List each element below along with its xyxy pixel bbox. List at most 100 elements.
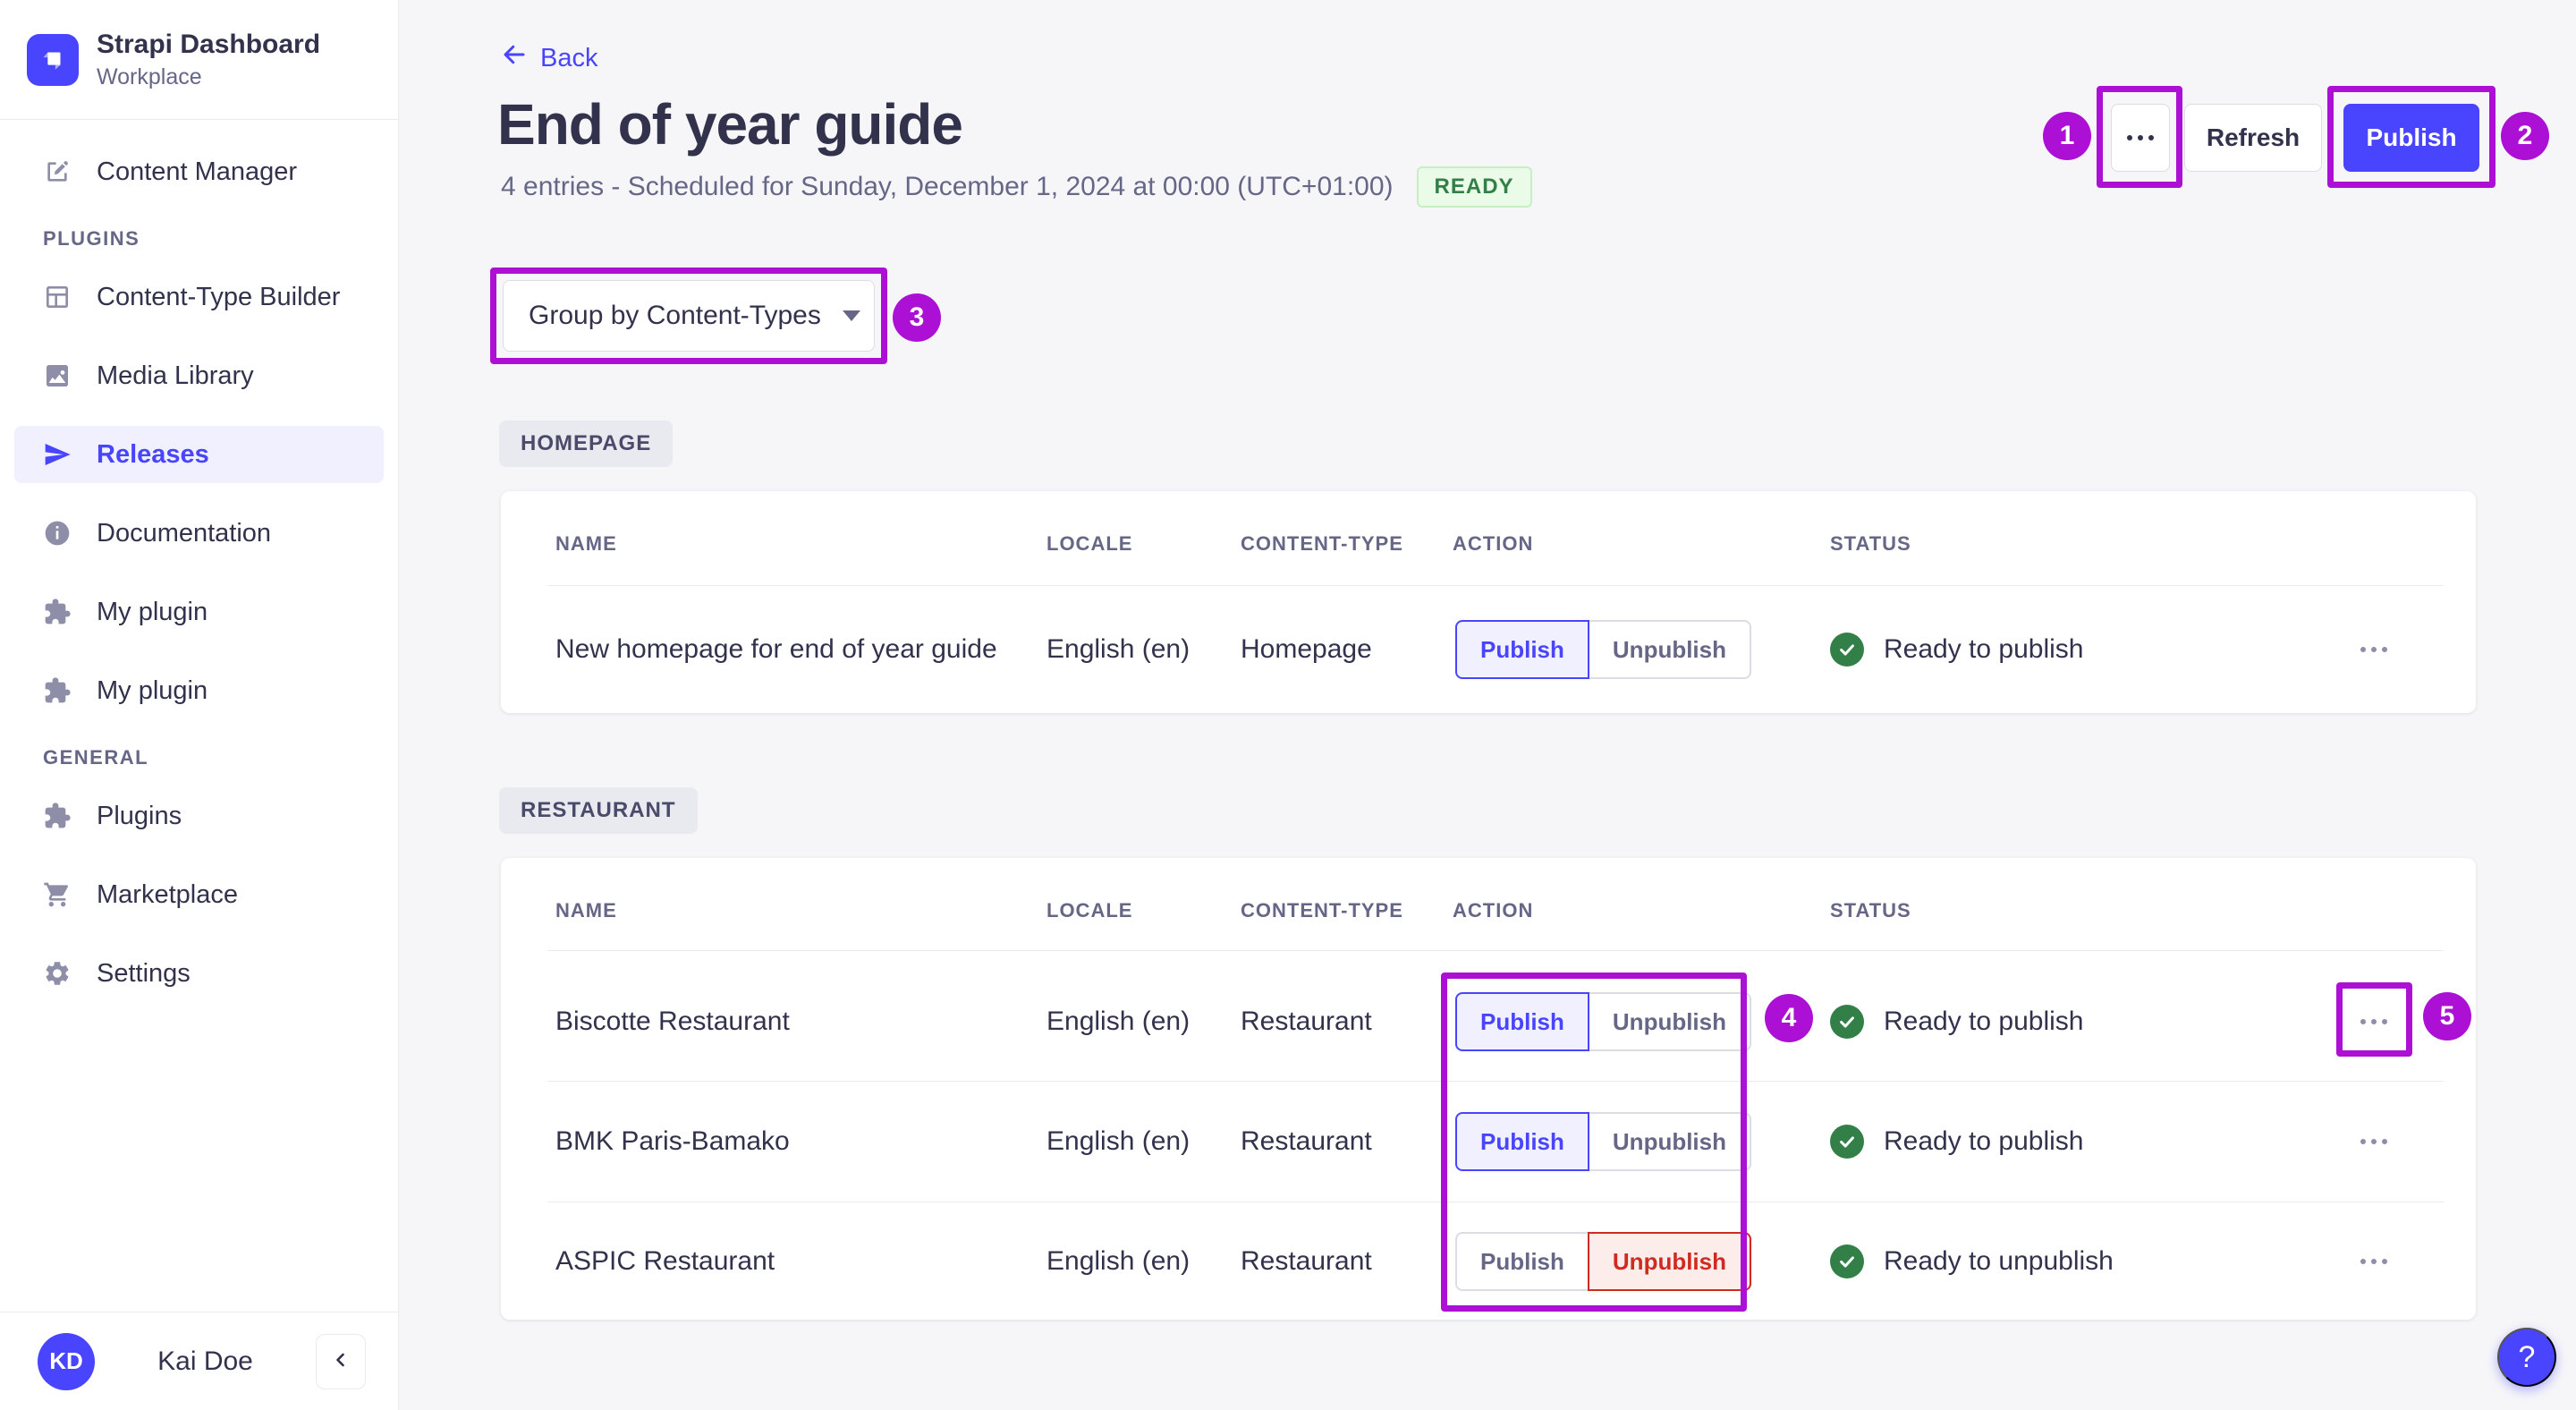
- action-toggle: Publish Unpublish: [1455, 992, 1751, 1051]
- release-subtitle: 4 entries - Scheduled for Sunday, Decemb…: [501, 172, 1394, 202]
- unpublish-toggle-button[interactable]: Unpublish: [1588, 620, 1751, 679]
- entry-locale: English (en): [1046, 634, 1190, 665]
- sidebar-item-plugins[interactable]: Plugins: [14, 787, 384, 845]
- publish-toggle-button[interactable]: Publish: [1455, 620, 1589, 679]
- sidebar-item-label: Media Library: [97, 361, 254, 391]
- sidebar-item-releases[interactable]: Releases: [14, 426, 384, 483]
- entry-locale: English (en): [1046, 1246, 1190, 1277]
- avatar[interactable]: KD: [38, 1333, 95, 1390]
- help-button[interactable]: ?: [2497, 1328, 2556, 1387]
- puzzle-icon: [41, 675, 73, 707]
- entry-status-label: Ready to unpublish: [1884, 1246, 2114, 1277]
- row-more-button[interactable]: [2345, 1122, 2402, 1161]
- row-more-button[interactable]: [2345, 1002, 2402, 1041]
- table-row: BMK Paris-Bamako English (en) Restaurant…: [501, 1078, 2476, 1205]
- column-header-content-type: CONTENT-TYPE: [1241, 899, 1403, 922]
- sidebar-item-label: Plugins: [97, 802, 182, 831]
- publish-toggle-button[interactable]: Publish: [1455, 992, 1589, 1051]
- sidebar-item-media-library[interactable]: Media Library: [14, 347, 384, 404]
- refresh-button[interactable]: Refresh: [2184, 104, 2322, 172]
- action-toggle: Publish Unpublish: [1455, 1232, 1751, 1291]
- column-header-name: NAME: [555, 899, 617, 922]
- chevron-left-icon: [330, 1349, 352, 1373]
- entry-name: ASPIC Restaurant: [555, 1246, 775, 1277]
- column-header-action: ACTION: [1453, 532, 1533, 556]
- more-dots-icon: [2360, 1019, 2387, 1024]
- layout-icon: [41, 281, 73, 313]
- column-header-action: ACTION: [1453, 899, 1533, 922]
- entry-status: Ready to publish: [1830, 1005, 2083, 1039]
- workspace-header[interactable]: Strapi Dashboard Workplace: [0, 0, 398, 120]
- row-more-button[interactable]: [2345, 1242, 2402, 1281]
- column-header-status: STATUS: [1830, 532, 1911, 556]
- more-dots-icon: [2360, 647, 2387, 652]
- sidebar-item-label: Content Manager: [97, 157, 297, 187]
- sidebar-item-settings[interactable]: Settings: [14, 945, 384, 1002]
- entry-status-label: Ready to publish: [1884, 1007, 2083, 1037]
- unpublish-toggle-button[interactable]: Unpublish: [1588, 992, 1751, 1051]
- unpublish-toggle-button[interactable]: Unpublish: [1588, 1112, 1751, 1171]
- workspace-titles: Strapi Dashboard Workplace: [97, 29, 320, 90]
- entry-name: New homepage for end of year guide: [555, 634, 997, 665]
- chevron-down-icon: [843, 310, 860, 321]
- entry-status: Ready to publish: [1830, 1125, 2083, 1159]
- sidebar-item-label: Settings: [97, 959, 191, 989]
- strapi-dashboard-screen: Strapi Dashboard Workplace Content Manag…: [0, 0, 2576, 1410]
- sidebar-user-bar: KD Kai Doe: [0, 1312, 398, 1410]
- user-name: Kai Doe: [95, 1346, 316, 1377]
- sidebar-item-label: Releases: [97, 440, 209, 470]
- entry-status-label: Ready to publish: [1884, 634, 2083, 665]
- publish-toggle-button[interactable]: Publish: [1455, 1232, 1589, 1291]
- workspace-name: Workplace: [97, 64, 320, 90]
- arrow-left-icon: [501, 41, 528, 75]
- release-more-button[interactable]: [2111, 104, 2170, 172]
- group-by-value: Group by Content-Types: [529, 301, 821, 331]
- sidebar-item-documentation[interactable]: Documentation: [14, 505, 384, 562]
- entry-locale: English (en): [1046, 1126, 1190, 1157]
- publish-toggle-button[interactable]: Publish: [1455, 1112, 1589, 1171]
- check-circle-icon: [1830, 1125, 1864, 1159]
- sidebar-collapse-button[interactable]: [316, 1334, 366, 1389]
- column-header-locale: LOCALE: [1046, 899, 1132, 922]
- puzzle-icon: [41, 596, 73, 628]
- homepage-table: NAME LOCALE CONTENT-TYPE ACTION STATUS N…: [501, 491, 2476, 713]
- column-header-locale: LOCALE: [1046, 532, 1132, 556]
- release-meta: 4 entries - Scheduled for Sunday, Decemb…: [501, 166, 1532, 208]
- entry-status: Ready to unpublish: [1830, 1244, 2114, 1278]
- group-by-select[interactable]: Group by Content-Types: [503, 280, 875, 352]
- more-dots-icon: [2127, 135, 2154, 140]
- annotation-step-3: 3: [893, 293, 941, 342]
- status-badge: READY: [1417, 166, 1532, 208]
- check-circle-icon: [1830, 1244, 1864, 1278]
- publish-button[interactable]: Publish: [2343, 104, 2479, 172]
- annotation-step-1: 1: [2043, 112, 2091, 160]
- entry-status-label: Ready to publish: [1884, 1126, 2083, 1157]
- column-header-status: STATUS: [1830, 899, 1911, 922]
- sidebar-section-general: GENERAL: [14, 746, 384, 769]
- page-title: End of year guide: [497, 91, 962, 157]
- unpublish-toggle-button[interactable]: Unpublish: [1588, 1232, 1751, 1291]
- sidebar-item-content-type-builder[interactable]: Content-Type Builder: [14, 268, 384, 326]
- table-row: ASPIC Restaurant English (en) Restaurant…: [501, 1198, 2476, 1325]
- action-toggle: Publish Unpublish: [1455, 620, 1751, 679]
- entry-content-type: Restaurant: [1241, 1246, 1372, 1277]
- cart-icon: [41, 879, 73, 911]
- action-toggle: Publish Unpublish: [1455, 1112, 1751, 1171]
- sidebar-item-my-plugin-1[interactable]: My plugin: [14, 583, 384, 641]
- group-badge-restaurant: RESTAURANT: [499, 787, 698, 834]
- row-more-button[interactable]: [2345, 630, 2402, 669]
- check-circle-icon: [1830, 1005, 1864, 1039]
- sidebar-item-my-plugin-2[interactable]: My plugin: [14, 662, 384, 719]
- more-dots-icon: [2360, 1139, 2387, 1144]
- sidebar-item-content-manager[interactable]: Content Manager: [14, 143, 384, 200]
- entry-content-type: Restaurant: [1241, 1126, 1372, 1157]
- sidebar-item-label: My plugin: [97, 598, 208, 627]
- table-row: New homepage for end of year guide Engli…: [501, 586, 2476, 713]
- sidebar-item-label: Content-Type Builder: [97, 283, 340, 312]
- entry-locale: English (en): [1046, 1007, 1190, 1037]
- sidebar-item-marketplace[interactable]: Marketplace: [14, 866, 384, 923]
- back-link[interactable]: Back: [501, 41, 597, 75]
- entry-name: Biscotte Restaurant: [555, 1007, 790, 1037]
- pencil-square-icon: [41, 156, 73, 188]
- entry-content-type: Restaurant: [1241, 1007, 1372, 1037]
